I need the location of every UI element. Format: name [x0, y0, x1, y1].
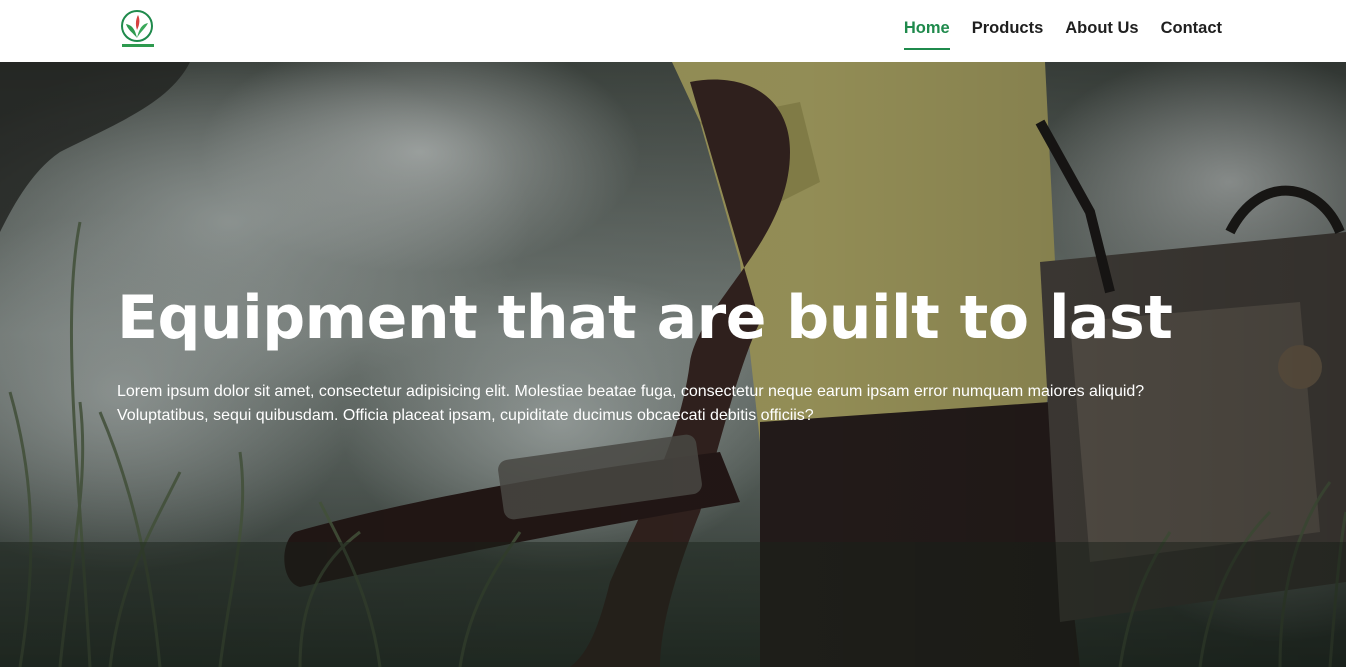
leaf-logo-icon — [121, 10, 154, 47]
top-navbar: Home Products About Us Contact — [0, 0, 1346, 62]
nav-link-products[interactable]: Products — [972, 18, 1044, 38]
nav-link-about-us[interactable]: About Us — [1065, 18, 1138, 38]
hero-title: Equipment that are built to last — [117, 283, 1173, 353]
hero-section: Equipment that are built to last Lorem i… — [0, 62, 1346, 667]
main-nav: Home Products About Us Contact — [903, 0, 1222, 62]
hero-description: Lorem ipsum dolor sit amet, consectetur … — [117, 383, 1145, 424]
hero-content: Equipment that are built to last Lorem i… — [117, 280, 1217, 428]
nav-link-contact[interactable]: Contact — [1161, 18, 1222, 38]
nav-link-home[interactable]: Home — [903, 18, 950, 50]
brand-logo[interactable] — [118, 10, 158, 50]
